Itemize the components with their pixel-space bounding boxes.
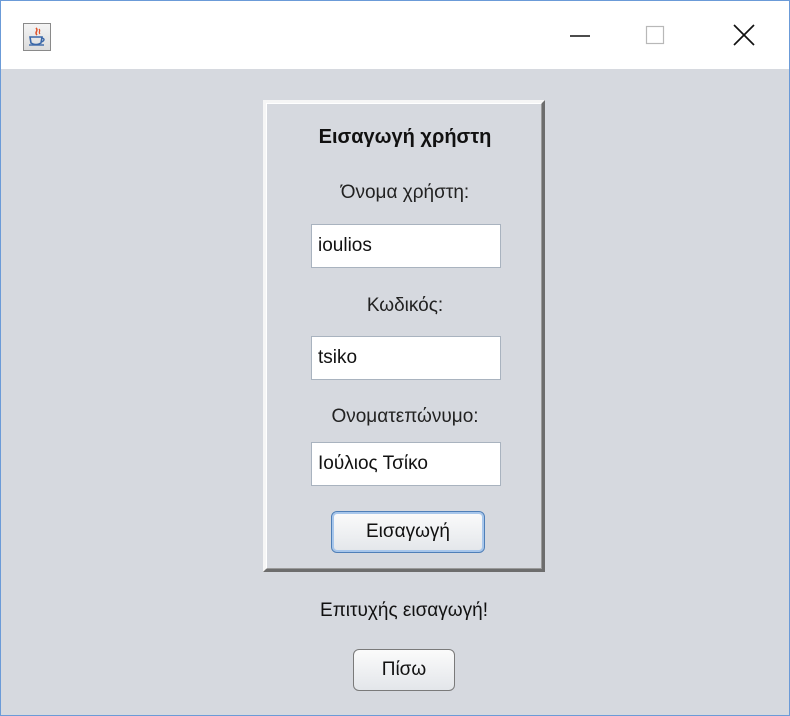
fullname-label: Ονοματεπώνυμο:: [331, 406, 479, 427]
minimize-button[interactable]: [545, 11, 615, 61]
maximize-icon: [645, 25, 665, 45]
back-button[interactable]: Πίσω: [353, 649, 455, 691]
user-entry-panel: Εισαγωγή χρήστη Όνομα χρήστη: Κωδικός: Ο…: [263, 100, 545, 572]
password-label: Κωδικός:: [366, 295, 444, 316]
maximize-button[interactable]: [621, 11, 691, 61]
fullname-field[interactable]: [311, 442, 501, 486]
title-bar[interactable]: [1, 1, 789, 69]
password-field[interactable]: [311, 336, 501, 380]
java-cup-icon[interactable]: [23, 23, 51, 51]
insert-button[interactable]: Εισαγωγή: [331, 511, 485, 553]
close-button[interactable]: [708, 11, 778, 61]
panel-title: Εισαγωγή χρήστη: [318, 126, 492, 148]
content-area: Εισαγωγή χρήστη Όνομα χρήστη: Κωδικός: Ο…: [1, 69, 789, 715]
username-label: Όνομα χρήστη:: [340, 182, 470, 203]
minimize-icon: [570, 35, 590, 37]
close-icon: [733, 24, 755, 46]
status-message: Επιτυχής εισαγωγή!: [320, 600, 488, 621]
username-field[interactable]: [311, 224, 501, 268]
app-window: Εισαγωγή χρήστη Όνομα χρήστη: Κωδικός: Ο…: [0, 0, 790, 716]
